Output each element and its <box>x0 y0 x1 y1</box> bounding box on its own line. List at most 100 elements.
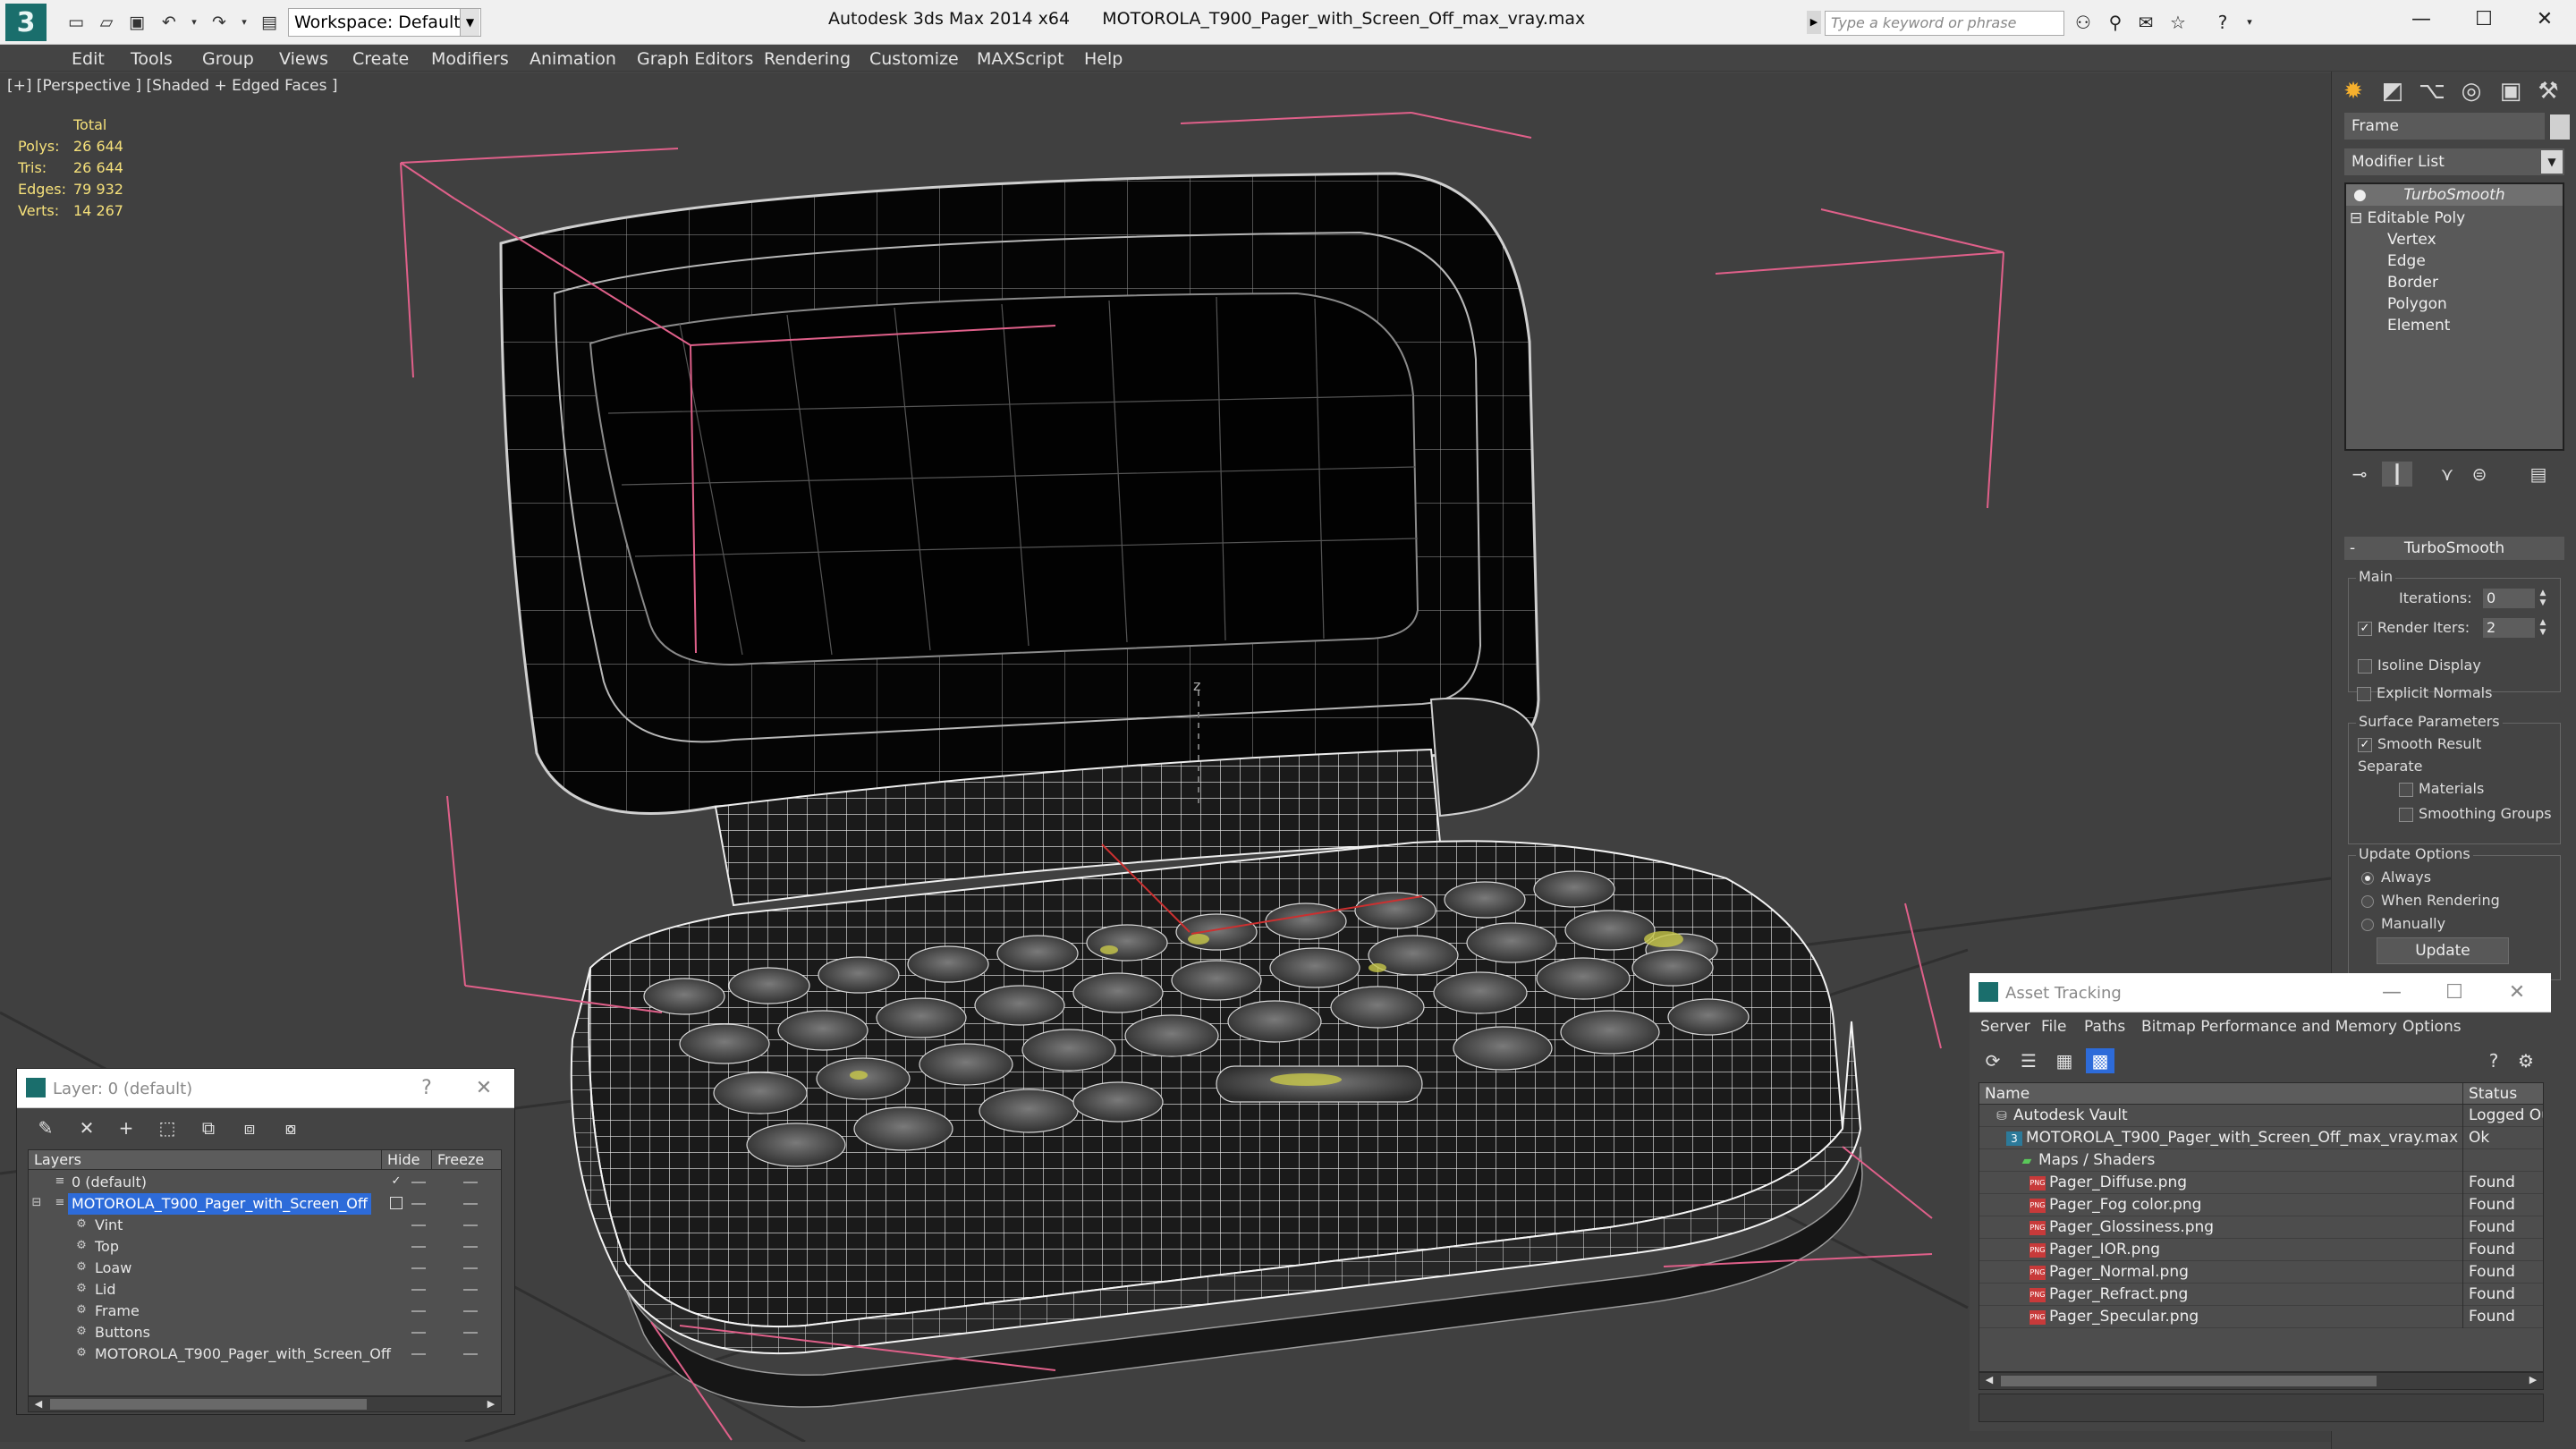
hierarchy-tab-icon[interactable]: ⌥ <box>2414 73 2450 109</box>
render-iters-checkbox[interactable]: ✓ <box>2358 622 2372 636</box>
freeze-toggle[interactable] <box>463 1182 478 1183</box>
horizontal-scrollbar[interactable]: ◀ ▶ <box>1979 1372 2544 1390</box>
update-manually-radio[interactable] <box>2361 919 2374 931</box>
smoothing-groups-checkbox[interactable] <box>2399 808 2413 822</box>
layer-row[interactable]: ⚙ Lid <box>29 1279 501 1301</box>
render-iters-spinner[interactable]: 2 <box>2483 618 2535 638</box>
layer-row[interactable]: ⚙ Loaw <box>29 1258 501 1279</box>
make-unique-icon[interactable]: ⋎ <box>2432 462 2462 487</box>
motion-tab-icon[interactable]: ◎ <box>2453 73 2489 109</box>
display-tab-icon[interactable]: ▣ <box>2493 73 2529 109</box>
hide-toggle[interactable] <box>411 1203 426 1205</box>
freeze-column-header[interactable]: Freeze <box>431 1150 484 1170</box>
asset-menu-paths[interactable]: Paths <box>2084 1018 2125 1036</box>
delete-layer-icon[interactable]: ✕ <box>72 1115 101 1140</box>
asset-menu-server[interactable]: Server <box>1980 1018 2030 1036</box>
name-column-header[interactable]: Name <box>1985 1083 2029 1105</box>
menu-create[interactable]: Create <box>352 49 409 69</box>
update-always-radio[interactable] <box>2361 872 2374 885</box>
asset-menu-options[interactable]: Options <box>2402 1018 2462 1036</box>
layer-panel-titlebar[interactable]: Layer: 0 (default) ? ✕ <box>17 1069 514 1108</box>
detail-view-icon[interactable]: ▦ <box>2050 1048 2079 1073</box>
help-icon[interactable]: ? <box>409 1074 445 1103</box>
list-view-icon[interactable]: ☰ <box>2014 1048 2043 1073</box>
spinner-arrows-icon[interactable]: ▲ ▼ <box>2537 618 2549 638</box>
menu-group[interactable]: Group <box>202 49 254 69</box>
hide-toggle[interactable] <box>411 1289 426 1291</box>
search-input[interactable]: Type a keyword or phrase <box>1825 11 2064 36</box>
horizontal-scrollbar[interactable]: ◀ ▶ <box>28 1396 502 1412</box>
redo-icon[interactable]: ↷ <box>208 11 231 34</box>
layers-column-header[interactable]: Layers <box>34 1150 81 1170</box>
help-icon[interactable]: ? <box>2479 1048 2508 1073</box>
favorites-star-icon[interactable]: ☆ <box>2165 11 2191 34</box>
materials-checkbox[interactable] <box>2399 783 2413 797</box>
iterations-spinner[interactable]: 0 <box>2483 589 2535 608</box>
scroll-right-icon[interactable]: ▶ <box>2525 1373 2541 1387</box>
asset-menu-bitmap-performance[interactable]: Bitmap Performance and Memory <box>2141 1018 2397 1036</box>
hide-toggle[interactable] <box>411 1246 426 1248</box>
asset-row[interactable]: PNG Pager_Normal.png Found <box>1979 1261 2543 1284</box>
asset-row[interactable]: PNG Pager_Glossiness.png Found <box>1979 1216 2543 1239</box>
highlight-layer-icon[interactable]: ⧉ <box>194 1115 223 1140</box>
spinner-arrows-icon[interactable]: ▲ ▼ <box>2537 589 2549 608</box>
lightbulb-icon[interactable]: ● <box>2353 184 2367 206</box>
layer-row[interactable]: ≡ 0 (default) ✓ <box>29 1172 501 1193</box>
object-color-swatch[interactable] <box>2550 114 2570 140</box>
update-when-rendering-radio[interactable] <box>2361 895 2374 908</box>
stack-item-turbosmooth[interactable]: ● TurboSmooth <box>2346 184 2563 206</box>
asset-path-field[interactable] <box>1979 1394 2544 1422</box>
add-to-layer-icon[interactable]: + <box>112 1115 140 1140</box>
asset-row[interactable]: 3 MOTOROLA_T900_Pager_with_Screen_Off_ma… <box>1979 1127 2543 1149</box>
create-tab-sun-icon[interactable]: ✹ <box>2335 73 2371 109</box>
scrollbar-thumb[interactable] <box>50 1399 367 1410</box>
freeze-toggle[interactable] <box>463 1267 478 1269</box>
menu-animation[interactable]: Animation <box>530 49 616 69</box>
freeze-toggle[interactable] <box>463 1246 478 1248</box>
close-icon[interactable]: ✕ <box>2499 979 2535 1007</box>
hide-toggle[interactable] <box>411 1267 426 1269</box>
isoline-display-checkbox[interactable] <box>2358 659 2372 674</box>
modify-tab-icon[interactable]: ◩ <box>2375 73 2411 109</box>
undo-dropdown-icon[interactable]: ▾ <box>182 11 206 34</box>
hide-toggle[interactable] <box>411 1224 426 1226</box>
maximize-icon[interactable]: ☐ <box>2453 0 2515 39</box>
search-expand-icon[interactable]: ▶ <box>1807 11 1821 34</box>
undo-icon[interactable]: ↶ <box>157 11 181 34</box>
scrollbar-thumb[interactable] <box>2001 1376 2377 1386</box>
open-file-icon[interactable]: ▱ <box>95 11 118 34</box>
asset-row[interactable]: PNG Pager_IOR.png Found <box>1979 1239 2543 1261</box>
asset-row[interactable]: PNG Pager_Diffuse.png Found <box>1979 1172 2543 1194</box>
select-objects-icon[interactable]: ⬚ <box>153 1115 182 1140</box>
subscription-icon[interactable]: ⚲ <box>2102 11 2129 34</box>
minimize-icon[interactable]: — <box>2374 979 2410 1007</box>
freeze-toggle[interactable] <box>463 1353 478 1355</box>
menu-graph-editors[interactable]: Graph Editors <box>637 49 753 69</box>
asset-panel-titlebar[interactable]: Asset Tracking — ☐ ✕ <box>1970 973 2551 1013</box>
asset-row[interactable]: PNG Pager_Fog color.png Found <box>1979 1194 2543 1216</box>
layer-row[interactable]: ⚙ MOTOROLA_T900_Pager_with_Screen_Off <box>29 1343 501 1365</box>
rollout-collapse-icon[interactable]: - <box>2350 537 2355 560</box>
configure-sets-icon[interactable]: ▤ <box>2523 462 2554 487</box>
hide-toggle[interactable] <box>411 1310 426 1312</box>
asset-row[interactable]: ▰ Maps / Shaders <box>1979 1149 2543 1172</box>
layer-row[interactable]: ⚙ Vint <box>29 1215 501 1236</box>
freeze-toggle[interactable] <box>463 1203 478 1205</box>
close-window-icon[interactable]: ✕ <box>2513 0 2576 39</box>
stack-item-editable-poly[interactable]: ⊟ Editable Poly <box>2350 208 2465 229</box>
hide-toggle[interactable] <box>411 1182 426 1183</box>
project-folder-icon[interactable]: ▤ <box>258 11 281 34</box>
close-icon[interactable]: ✕ <box>466 1074 502 1103</box>
remove-modifier-icon[interactable]: ⊜ <box>2464 462 2495 487</box>
freeze-toggle[interactable] <box>463 1310 478 1312</box>
menu-modifiers[interactable]: Modifiers <box>431 49 509 69</box>
freeze-toggle[interactable] <box>463 1289 478 1291</box>
new-file-icon[interactable]: ▭ <box>64 11 88 34</box>
object-name-field[interactable]: Frame <box>2344 113 2545 140</box>
stack-subobject-border[interactable]: Border <box>2387 272 2438 293</box>
active-layer-checkmark-icon[interactable]: ✓ <box>390 1175 402 1188</box>
expand-icon[interactable]: ⊟ <box>30 1197 43 1209</box>
workspace-dropdown[interactable]: Workspace: Default <box>288 8 481 37</box>
chevron-down-icon[interactable]: ▼ <box>460 9 479 36</box>
settings-icon[interactable]: ⚙ <box>2512 1048 2540 1073</box>
